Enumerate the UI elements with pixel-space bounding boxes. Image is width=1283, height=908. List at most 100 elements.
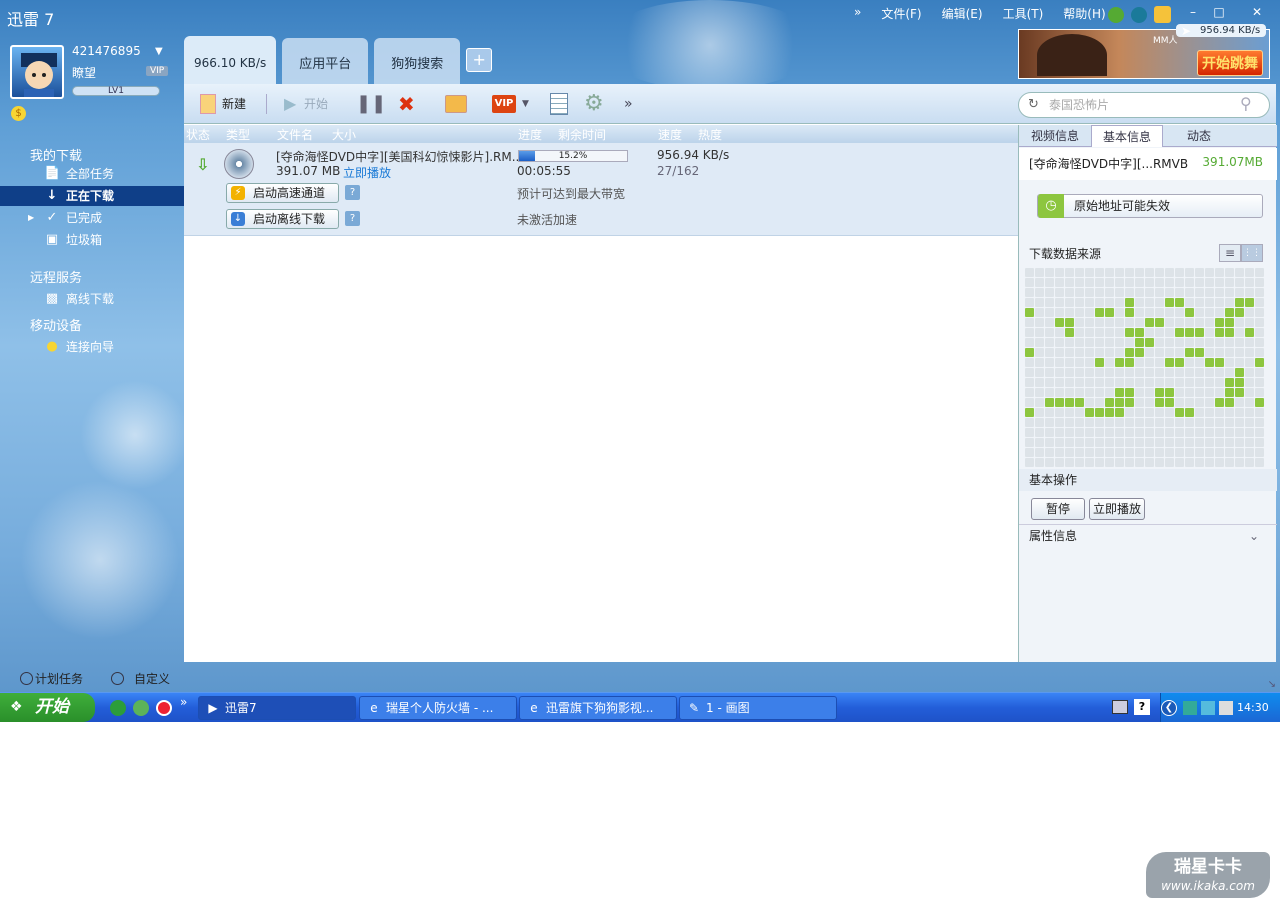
- tab-app-platform[interactable]: 应用平台: [282, 38, 369, 86]
- source-block: [1115, 328, 1124, 337]
- minimize-icon[interactable]: –: [1180, 3, 1206, 21]
- toolbar-more-icon[interactable]: »: [624, 93, 633, 115]
- table-row[interactable]: ⇩ [夺命海怪DVD中字][美国科幻惊悚影片].RM... 391.07 MB …: [184, 143, 1018, 236]
- search-icon[interactable]: ⚲: [1240, 94, 1252, 113]
- vip-badge[interactable]: VIP: [146, 66, 169, 76]
- source-block: [1255, 408, 1264, 417]
- user-menu-chevron-icon[interactable]: ▼: [155, 46, 163, 57]
- source-block: [1075, 428, 1084, 437]
- menu-edit[interactable]: 编辑(E): [932, 5, 993, 22]
- help-icon[interactable]: ?: [345, 211, 360, 226]
- taskbar-item-gougou[interactable]: e 迅雷旗下狗狗影视...: [519, 696, 677, 720]
- tray-xunlei-icon[interactable]: [1201, 701, 1215, 715]
- play-now-button[interactable]: 立即播放: [1089, 498, 1146, 520]
- source-block: [1155, 288, 1164, 297]
- taskbar-item-paint[interactable]: ✎ 1 - 画图: [679, 696, 837, 720]
- quicklaunch-more-icon[interactable]: »: [180, 695, 187, 709]
- folder-icon[interactable]: [445, 95, 467, 113]
- sidebar-item-downloading[interactable]: ↓ 正在下载: [0, 186, 184, 206]
- column-status[interactable]: 状态: [186, 126, 210, 143]
- source-block: [1155, 278, 1164, 287]
- column-size[interactable]: 大小: [332, 126, 356, 143]
- source-block: [1065, 458, 1074, 467]
- avatar[interactable]: [10, 45, 64, 99]
- quicklaunch-chat-icon[interactable]: [133, 700, 149, 716]
- sidebar-item-trash[interactable]: ▣ 垃圾箱: [0, 230, 184, 250]
- list-mode-icon[interactable]: ≡: [1219, 244, 1241, 262]
- new-button[interactable]: 新建: [200, 93, 246, 115]
- grid-mode-icon[interactable]: ⋮⋮: [1241, 244, 1263, 262]
- high-speed-channel-button[interactable]: ⚡ 启动高速通道: [226, 183, 339, 203]
- help-icon[interactable]: ?: [345, 185, 360, 200]
- vip-icon[interactable]: VIP: [492, 95, 516, 113]
- tab-speed[interactable]: 966.10 KB/s: [184, 36, 277, 86]
- sidebar-item-completed[interactable]: ▶ ✓ 已完成: [0, 208, 184, 228]
- source-block: [1135, 438, 1144, 447]
- properties-section[interactable]: 属性信息 ⌄: [1019, 524, 1277, 546]
- globe-icon[interactable]: [1131, 7, 1147, 23]
- detail-file-name: [夺命海怪DVD中字][...RMVB: [1029, 157, 1189, 171]
- tab-gougou-search[interactable]: 狗狗搜索: [374, 38, 461, 86]
- settings-gear-icon[interactable]: ⚙: [584, 93, 604, 115]
- taskbar-item-firewall[interactable]: e 瑞星个人防火墙 - ...: [359, 696, 517, 720]
- offline-download-button[interactable]: ↓ 启动离线下载: [226, 209, 339, 229]
- taskbar-item-xunlei[interactable]: ▶ 迅雷7: [198, 696, 356, 720]
- resize-grip-icon[interactable]: ↘: [1268, 679, 1276, 690]
- custom-button[interactable]: 自定义: [111, 670, 170, 687]
- ad-start-dance-button[interactable]: 开始跳舞: [1197, 50, 1263, 76]
- maximize-icon[interactable]: □: [1206, 3, 1232, 21]
- coin-icon[interactable]: $: [11, 106, 26, 121]
- add-tab-button[interactable]: +: [466, 48, 493, 72]
- source-block: [1225, 318, 1234, 327]
- trash-icon: ▣: [45, 232, 59, 247]
- source-block: [1145, 438, 1154, 447]
- column-progress[interactable]: 进度: [518, 126, 542, 143]
- tray-collapse-icon[interactable]: ❮: [1161, 700, 1177, 716]
- source-block: [1165, 368, 1174, 377]
- help-tray-icon[interactable]: ?: [1134, 699, 1150, 715]
- source-block: [1175, 438, 1184, 447]
- search-input[interactable]: 泰国恐怖片: [1018, 92, 1270, 118]
- column-heat[interactable]: 热度: [698, 126, 722, 143]
- keyboard-icon[interactable]: [1112, 700, 1128, 714]
- list-view-icon[interactable]: [550, 93, 568, 115]
- chevron-down-icon[interactable]: ⌄: [1249, 525, 1259, 547]
- tray-network-icon[interactable]: [1183, 701, 1197, 715]
- close-icon[interactable]: ✕: [1244, 3, 1270, 21]
- tab-video-info[interactable]: 视频信息: [1019, 125, 1091, 147]
- sidebar-item-all-tasks[interactable]: 📄 全部任务: [0, 164, 184, 184]
- tray-monitor-icon[interactable]: [1219, 701, 1233, 715]
- menu-file[interactable]: 文件(F): [871, 5, 931, 22]
- tab-basic-info[interactable]: 基本信息: [1091, 125, 1163, 147]
- download-arrow-icon: ↓: [46, 188, 58, 203]
- skin-icon[interactable]: [1154, 6, 1171, 23]
- column-type[interactable]: 类型: [226, 126, 250, 143]
- menu-help[interactable]: 帮助(H): [1053, 5, 1115, 22]
- source-block: [1205, 398, 1214, 407]
- menu-tools[interactable]: 工具(T): [993, 5, 1054, 22]
- column-speed[interactable]: 速度: [658, 126, 682, 143]
- column-filename[interactable]: 文件名: [277, 126, 313, 143]
- source-warning[interactable]: ◷ 原始地址可能失效: [1037, 194, 1263, 218]
- pause-icon[interactable]: ❚❚: [356, 93, 386, 115]
- sidebar-item-offline-download[interactable]: ▩ 离线下载: [0, 289, 184, 309]
- delete-icon[interactable]: ✖: [398, 93, 418, 115]
- windows-logo-icon: ❖: [10, 699, 23, 715]
- pause-button[interactable]: 暂停: [1031, 498, 1085, 520]
- play-now-link[interactable]: 立即播放: [343, 164, 391, 181]
- start-button[interactable]: ❖ 开始: [0, 693, 95, 722]
- quicklaunch-antivirus-icon[interactable]: [156, 700, 172, 716]
- expand-arrow-icon[interactable]: ▶: [28, 208, 34, 228]
- start-button[interactable]: ▶ 开始: [284, 93, 328, 115]
- menu-expand-icon[interactable]: »: [844, 5, 871, 22]
- tab-activity[interactable]: 动态: [1163, 125, 1235, 147]
- source-block: [1245, 288, 1254, 297]
- source-block: [1025, 308, 1034, 317]
- sidebar-item-connect-wizard[interactable]: ● 连接向导: [0, 337, 184, 357]
- quicklaunch-ie-icon[interactable]: [110, 700, 126, 716]
- task-remaining: 00:05:55: [517, 164, 571, 178]
- column-remaining[interactable]: 剩余时间: [558, 126, 606, 143]
- w-badge-icon[interactable]: [1108, 7, 1124, 23]
- vip-dropdown-chevron-icon[interactable]: ▼: [522, 93, 529, 115]
- scheduled-tasks-button[interactable]: 计划任务: [20, 670, 83, 687]
